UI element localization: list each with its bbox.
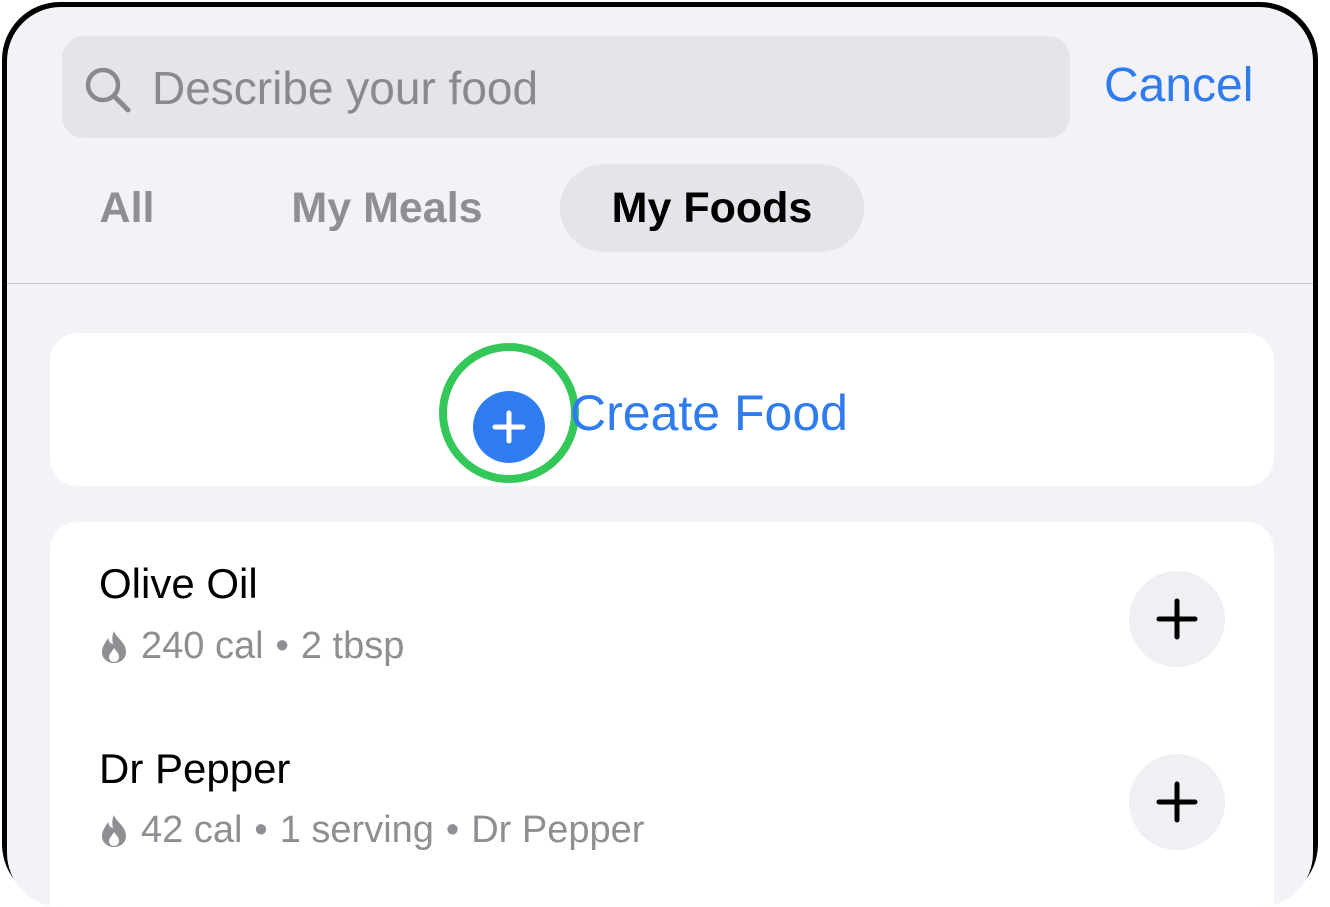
food-item-name[interactable]: Dr Pepper [99, 743, 290, 795]
brand-value: Dr Pepper [471, 809, 645, 851]
plus-circle-icon [492, 410, 526, 444]
food-item-meta: 240 cal • 2 tbsp [99, 623, 404, 669]
search-icon [85, 67, 131, 113]
flame-icon [102, 815, 126, 847]
separator-dot: • [275, 625, 289, 667]
food-item-meta: 42 cal • 1 serving • Dr Pepper [99, 807, 644, 853]
food-item-name[interactable]: Olive Oil [99, 558, 258, 610]
cancel-button[interactable]: Cancel [1104, 57, 1253, 115]
add-food-button[interactable] [1129, 571, 1225, 667]
header-divider [7, 283, 1313, 284]
serving-value: 2 tbsp [300, 625, 405, 667]
search-field[interactable]: Describe your food [62, 36, 1070, 138]
separator-dot: • [445, 809, 460, 851]
flame-icon [102, 631, 126, 663]
calories-value: 240 cal [141, 625, 264, 667]
serving-value: 1 serving [279, 809, 434, 851]
device-frame: Describe your food Cancel All My Meals M… [2, 2, 1318, 907]
search-placeholder: Describe your food [152, 62, 539, 114]
tab-my-foods[interactable]: My Foods [560, 164, 864, 252]
tab-my-meals[interactable]: My Meals [272, 164, 502, 252]
create-food-label[interactable]: Create Food [570, 382, 848, 444]
plus-icon [1156, 598, 1198, 640]
add-food-button[interactable] [1129, 754, 1225, 850]
calories-value: 42 cal [141, 809, 243, 851]
create-food-button[interactable] [473, 391, 545, 463]
tab-all[interactable]: All [87, 164, 167, 252]
plus-icon [1156, 781, 1198, 823]
separator-dot: • [254, 809, 268, 851]
food-search-screen: Describe your food Cancel All My Meals M… [7, 7, 1313, 907]
